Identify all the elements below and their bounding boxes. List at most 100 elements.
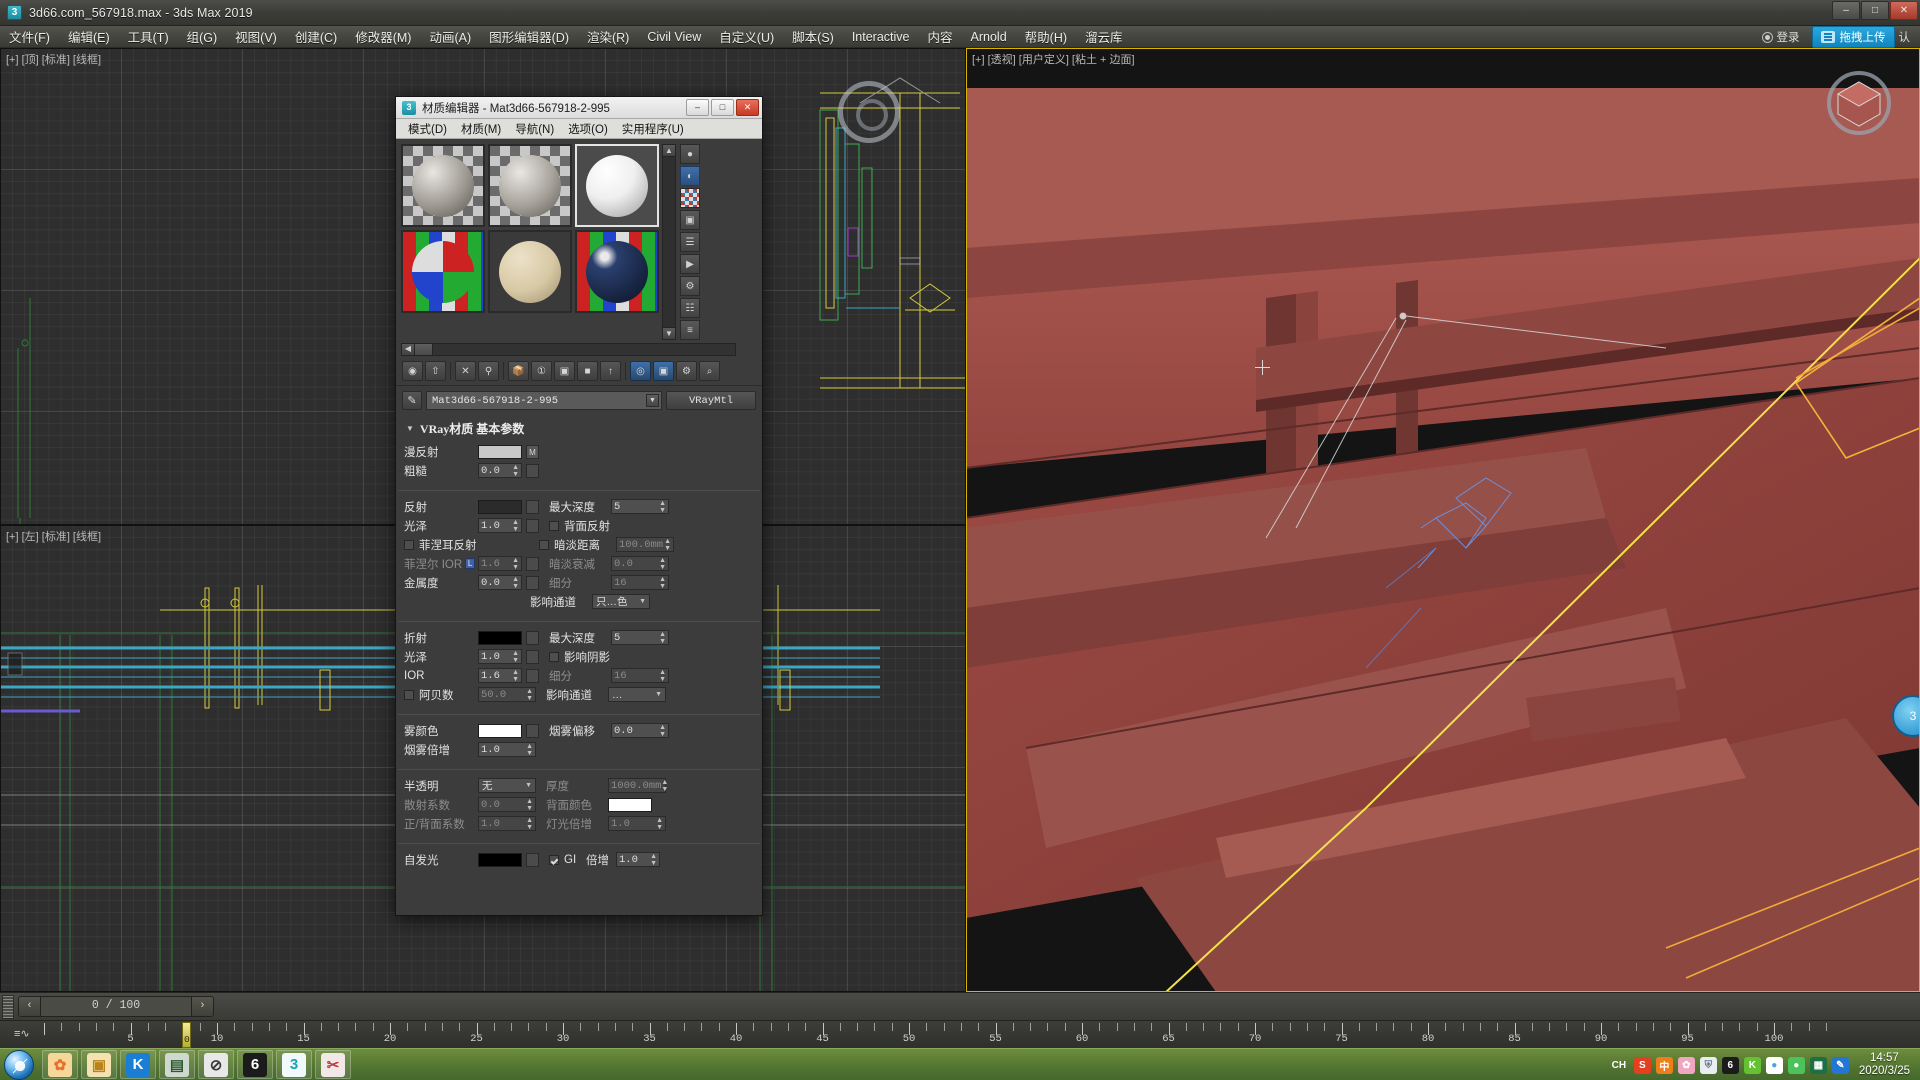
chevron-down-icon[interactable]: ▼ — [639, 598, 646, 605]
chevron-down-icon[interactable]: ▼ — [655, 691, 662, 698]
metalness-map-button[interactable] — [526, 575, 539, 590]
reset-map-icon[interactable]: ✕ — [455, 361, 476, 381]
menu-scripting[interactable]: 脚本(S) — [783, 25, 843, 48]
prev-frame-button[interactable]: ‹ — [19, 997, 41, 1016]
spinner-arrows-icon[interactable]: ▲ ▼ — [661, 779, 668, 793]
sample-slot-4[interactable] — [401, 230, 485, 313]
metalness-spinner[interactable]: 0.0 ▲ ▼ — [478, 575, 522, 590]
diffuse-color-swatch[interactable] — [478, 444, 522, 459]
thickness-spinner[interactable]: 1000.0mm ▲ ▼ — [608, 778, 668, 793]
self-illum-map-button[interactable] — [526, 852, 539, 867]
me-menu-navigation[interactable]: 导航(N) — [508, 120, 561, 138]
firefox-icon[interactable]: ✿ — [42, 1050, 78, 1079]
slot-horizontal-scrollbar[interactable]: ◀ — [401, 343, 736, 356]
fresnel-ior-spinner[interactable]: 1.6 ▲ ▼ — [478, 556, 522, 571]
menu-modifiers[interactable]: 修改器(M) — [346, 25, 420, 48]
editor-icon[interactable]: ✎ — [1831, 1056, 1849, 1074]
time-slider-grip[interactable] — [2, 994, 14, 1019]
me-menu-modes[interactable]: 模式(D) — [401, 120, 454, 138]
translucency-dropdown[interactable]: 无 ▼ — [478, 778, 536, 793]
make-unique-icon[interactable]: ⚲ — [478, 361, 499, 381]
me-minimize-button[interactable]: – — [686, 99, 709, 116]
me-close-button[interactable]: ✕ — [736, 99, 759, 116]
fwd-back-coeff-spinner[interactable]: 1.0 ▲ ▼ — [478, 816, 536, 831]
me-menu-material[interactable]: 材质(M) — [454, 120, 508, 138]
light-multiplier-spinner[interactable]: 1.0 ▲ ▼ — [608, 816, 666, 831]
fresnel-ior-map-button[interactable] — [526, 556, 539, 571]
frame-field[interactable]: ‹ 0 / 100 › — [18, 996, 214, 1017]
spinner-arrows-icon[interactable]: ▲ ▼ — [512, 576, 519, 590]
minimize-button[interactable]: – — [1832, 1, 1860, 20]
menu-content[interactable]: 内容 — [919, 25, 962, 48]
diffuse-map-button[interactable]: M — [526, 444, 539, 459]
spinner-arrows-icon[interactable]: ▲ ▼ — [659, 669, 666, 683]
spinner-arrows-icon[interactable]: ▲ ▼ — [526, 743, 533, 757]
track-bar[interactable]: ≡∿ 5 10 15 20 25 30 35 40 45 50 55 60 65 70 75 80 85 90 95… — [0, 1020, 1920, 1048]
self-illum-color-swatch[interactable] — [478, 852, 522, 867]
options-icon[interactable]: ⚙ — [680, 276, 700, 296]
reflect-map-button[interactable] — [526, 499, 539, 514]
flower-icon[interactable]: ✿ — [1677, 1056, 1695, 1074]
menu-civil-view[interactable]: Civil View — [638, 28, 710, 46]
dim-distance-spinner[interactable]: 100.0mm ▲ ▼ — [616, 537, 674, 552]
spinner-arrows-icon[interactable]: ▲ ▼ — [512, 557, 519, 571]
dim-distance-checkbox[interactable] — [539, 539, 549, 550]
spinner-arrows-icon[interactable]: ▲ ▼ — [512, 519, 519, 533]
back-color-swatch[interactable] — [608, 797, 652, 812]
taskbar-clock[interactable]: 14:57 2020/3/25 — [1859, 1052, 1910, 1078]
spinner-arrows-icon[interactable]: ▲ ▼ — [664, 538, 671, 552]
rollout-toggle-icon[interactable]: ▼ — [406, 424, 414, 433]
kingsoft-tray-icon[interactable]: K — [1743, 1056, 1761, 1074]
video-color-check-icon[interactable]: ☰ — [680, 232, 700, 252]
refract-color-swatch[interactable] — [478, 630, 522, 645]
material-map-navigator-icon[interactable]: ▣ — [653, 361, 674, 381]
menu-group[interactable]: 组(G) — [178, 25, 227, 48]
computer-icon[interactable]: ▤ — [159, 1050, 195, 1079]
gloss-refl-map-button[interactable] — [526, 518, 539, 533]
refract-map-button[interactable] — [526, 630, 539, 645]
spinner-arrows-icon[interactable]: ▲ ▼ — [659, 500, 666, 514]
affect-shadow-checkbox[interactable] — [549, 651, 559, 662]
close-button[interactable]: ✕ — [1890, 1, 1918, 20]
menu-tools[interactable]: 工具(T) — [119, 25, 178, 48]
go-to-parent-icon[interactable]: ↑ — [600, 361, 621, 381]
chevron-down-icon[interactable]: ▼ — [525, 782, 532, 789]
menu-file[interactable]: 文件(F) — [0, 25, 59, 48]
backlight-icon[interactable]: ◐ — [680, 166, 700, 186]
roughness-map-button[interactable] — [526, 463, 539, 478]
spinner-arrows-icon[interactable]: ▲ ▼ — [659, 724, 666, 738]
frame-ruler[interactable]: 5 10 15 20 25 30 35 40 45 50 55 60 65 70 75 80 85 90 95 100 — [44, 1021, 1920, 1049]
pick-material-icon[interactable]: ◎ — [630, 361, 651, 381]
ior-spinner[interactable]: 1.6 ▲ ▼ — [478, 668, 522, 683]
input-method-icon[interactable]: CH — [1609, 1057, 1629, 1074]
subdivs-refr-spinner[interactable]: 16 ▲ ▼ — [611, 668, 669, 683]
zoom-region-icon[interactable]: ⌕ — [699, 361, 720, 381]
drag-upload-button[interactable]: 拖拽上传 — [1811, 26, 1895, 48]
sample-slot-6[interactable] — [575, 230, 659, 313]
chevron-down-icon[interactable]: ▼ — [646, 394, 659, 407]
fog-multiplier-spinner[interactable]: 1.0 ▲ ▼ — [478, 742, 536, 757]
dim-falloff-spinner[interactable]: 0.0 ▲ ▼ — [611, 556, 669, 571]
slot-hscroll-thumb[interactable] — [415, 344, 433, 355]
me-menu-options[interactable]: 选项(O) — [561, 120, 615, 138]
gloss-refr-map-button[interactable] — [526, 649, 539, 664]
menu-arnold[interactable]: Arnold — [962, 28, 1016, 46]
spinner-arrows-icon[interactable]: ▲ ▼ — [659, 557, 666, 571]
folder-icon[interactable]: ▣ — [81, 1050, 117, 1079]
shield-icon[interactable]: ⛨ — [1699, 1056, 1717, 1074]
material-name-input[interactable]: Mat3d66-567918-2-995 ▼ — [426, 391, 662, 410]
spinner-arrows-icon[interactable]: ▲ ▼ — [659, 576, 666, 590]
menu-cloud-library[interactable]: 溜云库 — [1076, 25, 1132, 48]
slot-scroll-track[interactable] — [662, 157, 676, 327]
spinner-arrows-icon[interactable]: ▲ ▼ — [650, 853, 657, 867]
sample-slot-options-icon[interactable]: ⚙ — [676, 361, 697, 381]
slot-vertical-scrollbar[interactable]: ▲ ▼ — [662, 144, 676, 340]
fog-color-map-button[interactable] — [526, 723, 539, 738]
3dsmax-icon[interactable]: 3 — [276, 1050, 312, 1079]
me-maximize-button[interactable]: □ — [711, 99, 734, 116]
next-frame-button[interactable]: › — [191, 997, 213, 1016]
sketch-tool-icon[interactable]: ✂ — [315, 1050, 351, 1079]
reflect-color-swatch[interactable] — [478, 499, 522, 514]
abbe-spinner[interactable]: 50.0 ▲ ▼ — [478, 687, 536, 702]
menu-help[interactable]: 帮助(H) — [1016, 25, 1076, 48]
